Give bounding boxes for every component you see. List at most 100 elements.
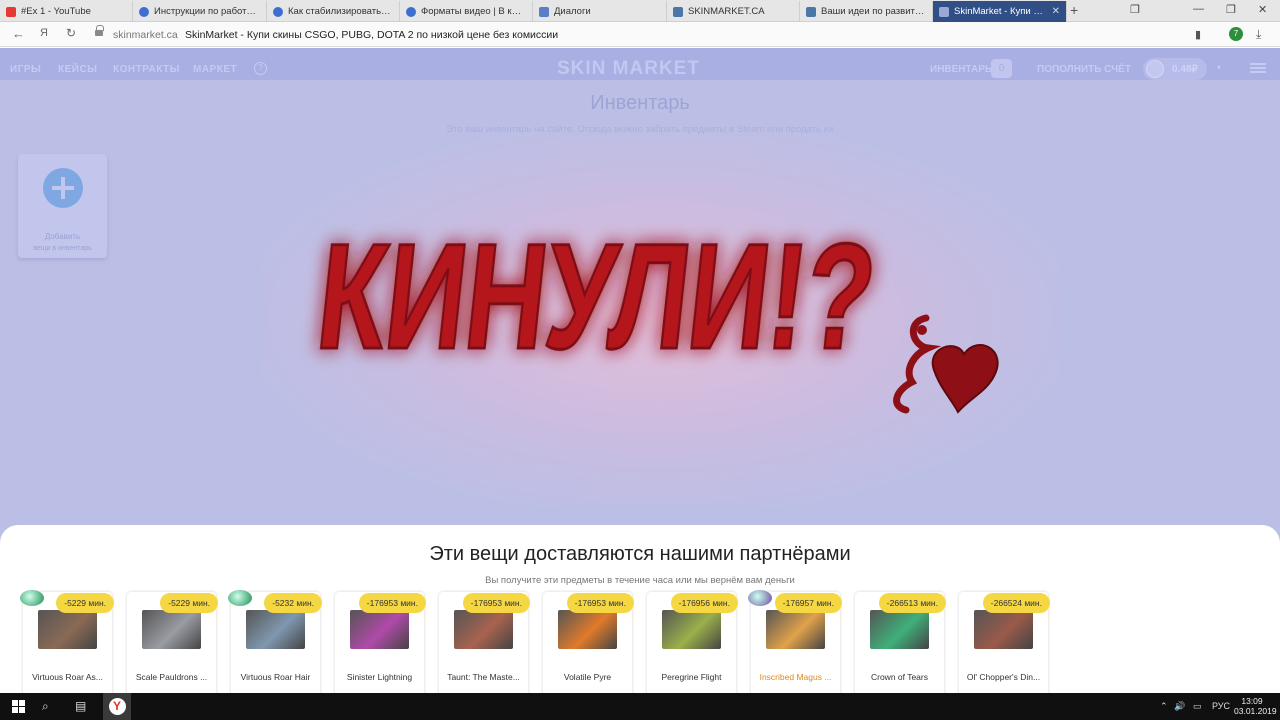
- gem-icon: [20, 590, 44, 606]
- partner-items-list: -5229 мин. Virtuous Roar As... -5229 мин. S…: [0, 525, 1280, 693]
- search-icon[interactable]: ⌕: [42, 699, 49, 714]
- nav-contracts[interactable]: КОНТРАКТЫ: [113, 64, 180, 75]
- nav-market[interactable]: МАРКЕТ: [193, 64, 237, 75]
- add-items-sublabel: вещи в инвентарь: [33, 245, 92, 252]
- system-clock[interactable]: 13:09 03.01.2019: [1234, 696, 1277, 716]
- price-badge: -266524 мин.: [982, 593, 1050, 613]
- browser-tab[interactable]: Диалоги: [533, 1, 667, 22]
- item-card[interactable]: -266524 мин. Ol' Chopper's Din...: [959, 592, 1050, 693]
- item-card[interactable]: -176957 мин. Inscribed Magus ...: [748, 590, 842, 693]
- browser-tab-label: Форматы видео | В каком: [421, 6, 526, 17]
- browser-tab-label: Как стабилизировать виде: [288, 6, 393, 17]
- price-badge: -176956 мин.: [670, 593, 738, 613]
- volume-icon[interactable]: 🔊: [1174, 701, 1185, 712]
- nav-cases[interactable]: КЕЙСЫ: [58, 64, 97, 75]
- chat-icon: [539, 6, 549, 17]
- item-card[interactable]: -5232 мин. Virtuous Roar Hair: [228, 590, 322, 693]
- bookmark-icon[interactable]: ▮: [1195, 28, 1201, 41]
- reload-button[interactable]: ↻: [66, 26, 76, 40]
- yandex-home-button[interactable]: Я: [40, 27, 48, 39]
- browser-tab[interactable]: Форматы видео | В каком: [400, 1, 533, 22]
- item-thumbnail: [38, 610, 97, 649]
- item-thumbnail: [766, 610, 825, 649]
- browser-tab-label: #Ex 1 - YouTube: [21, 6, 91, 17]
- browser-tab-label: Инструкции по работе с м: [154, 6, 260, 17]
- back-button[interactable]: ←: [12, 26, 25, 41]
- browser-tab[interactable]: Как стабилизировать виде: [267, 1, 400, 22]
- site-header: ИГРЫ КЕЙСЫ КОНТРАКТЫ МАРКЕТ ? SKIN MARKE…: [0, 48, 1280, 80]
- browser-tab-label: SKINMARKET.CA: [688, 6, 765, 17]
- inventory-count-badge: 0: [991, 59, 1012, 78]
- windows-start-icon[interactable]: [12, 700, 25, 713]
- item-name: Scale Pauldrons ...: [135, 672, 208, 682]
- overlay-caption: КИНУЛИ!?: [309, 188, 888, 382]
- maximize-window-icon[interactable]: ❐: [1226, 3, 1236, 16]
- item-thumbnail: [974, 610, 1033, 649]
- globe-icon: [273, 6, 283, 17]
- address-bar: ← Я ↻ skinmarket.ca SkinMarket - Купи ск…: [0, 22, 1280, 47]
- new-tab-button[interactable]: +: [1070, 2, 1078, 18]
- site-logo[interactable]: SKIN MARKET: [557, 58, 700, 80]
- browser-tab[interactable]: Инструкции по работе с м: [133, 1, 267, 22]
- item-name: Virtuous Roar Hair: [240, 672, 311, 682]
- vk-icon: [673, 6, 683, 17]
- gem-icon: [228, 590, 252, 606]
- item-card[interactable]: -5229 мин. Virtuous Roar As...: [20, 590, 114, 693]
- inventory-link[interactable]: ИНВЕНТАРЬ: [930, 64, 992, 75]
- globe-icon: [139, 6, 149, 17]
- avatar[interactable]: [1146, 60, 1164, 78]
- price-badge: -176953 мин.: [358, 593, 426, 613]
- file-explorer-icon[interactable]: ▤: [75, 699, 86, 713]
- item-card[interactable]: -5229 мин. Scale Pauldrons ...: [127, 592, 218, 693]
- keyboard-icon[interactable]: ▭: [1193, 701, 1202, 712]
- tray-expand-icon[interactable]: ⌃: [1160, 701, 1168, 712]
- lock-icon: [95, 25, 104, 37]
- skinmarket-icon: [939, 6, 949, 17]
- chevron-down-icon[interactable]: ▾: [1217, 63, 1221, 72]
- page-title: Инвентарь: [590, 92, 690, 114]
- browser-tab-label: Диалоги: [554, 6, 591, 17]
- browser-tab[interactable]: #Ex 1 - YouTube: [0, 1, 133, 22]
- language-indicator[interactable]: РУС: [1212, 701, 1230, 711]
- minimize-window-icon[interactable]: —: [1193, 3, 1204, 15]
- price-badge: -266513 мин.: [878, 593, 946, 613]
- item-card[interactable]: -176953 мин. Sinister Lightning: [335, 592, 426, 693]
- add-items-card[interactable]: Добавить вещи в инвентарь: [18, 154, 107, 258]
- item-name: Ol' Chopper's Din...: [966, 672, 1041, 682]
- clock-date: 03.01.2019: [1234, 706, 1277, 716]
- url-domain[interactable]: skinmarket.ca: [113, 29, 178, 41]
- item-card[interactable]: -266513 мин. Crown of Tears: [855, 592, 946, 693]
- site-viewport: ИГРЫ КЕЙСЫ КОНТРАКТЫ МАРКЕТ ? SKIN MARKE…: [0, 48, 1280, 693]
- item-name: Peregrine Flight: [661, 672, 722, 682]
- item-thumbnail: [246, 610, 305, 649]
- browser-tab-label: Ваши идеи по развитию са: [821, 6, 926, 17]
- browser-tab[interactable]: SKINMARKET.CA: [667, 1, 800, 22]
- close-tab-icon[interactable]: ✕: [1052, 6, 1060, 17]
- heart-logo-icon: [893, 314, 999, 414]
- nav-games[interactable]: ИГРЫ: [10, 64, 41, 75]
- browser-tab[interactable]: SkinMarket - Купи скины ✕: [933, 1, 1067, 22]
- item-thumbnail: [558, 610, 617, 649]
- close-window-icon[interactable]: ✕: [1258, 3, 1267, 16]
- price-badge: -176957 мин.: [774, 593, 842, 613]
- partners-panel: Эти вещи доставляются нашими партнёрами …: [0, 525, 1280, 693]
- clock-time: 13:09: [1241, 696, 1263, 706]
- browser-tab[interactable]: Ваши идеи по развитию са: [800, 1, 933, 22]
- topup-button[interactable]: ПОПОЛНИТЬ СЧЁТ: [1037, 64, 1131, 75]
- restore-window-icon[interactable]: ❐: [1130, 3, 1140, 16]
- download-icon[interactable]: ⤓: [1256, 27, 1261, 42]
- item-thumbnail: [454, 610, 513, 649]
- yandex-browser-icon[interactable]: [103, 693, 131, 720]
- item-card[interactable]: -176953 мин. Volatile Pyre: [543, 592, 634, 693]
- globe-icon: [406, 6, 416, 17]
- help-icon[interactable]: ?: [254, 62, 267, 75]
- url-page-title[interactable]: SkinMarket - Купи скины CSGO, PUBG, DOTA…: [185, 29, 558, 41]
- item-name: Sinister Lightning: [346, 672, 413, 682]
- menu-icon[interactable]: [1250, 63, 1266, 73]
- item-card[interactable]: -176956 мин. Peregrine Flight: [647, 592, 738, 693]
- browser-tab-strip: #Ex 1 - YouTube Инструкции по работе с м К…: [0, 0, 1280, 22]
- item-card[interactable]: -176953 мин. Taunt: The Maste...: [439, 592, 530, 693]
- price-badge: -176953 мин.: [462, 593, 530, 613]
- extension-icon[interactable]: 7: [1229, 27, 1243, 41]
- item-name: Taunt: The Maste...: [447, 672, 520, 682]
